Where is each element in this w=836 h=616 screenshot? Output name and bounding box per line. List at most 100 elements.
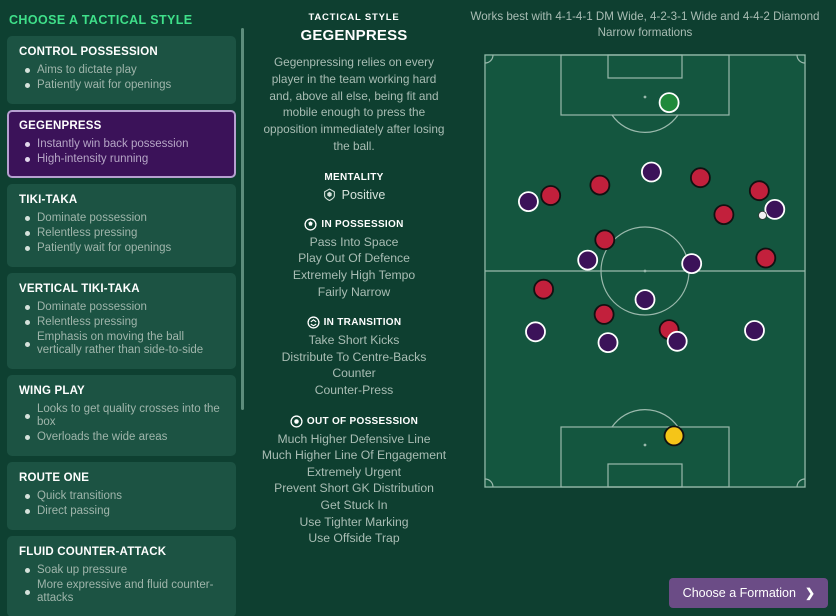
- player-marker[interactable]: [594, 229, 616, 251]
- transition-arrows-icon: [307, 316, 320, 329]
- formation-preview-panel: Works best with 4-1-4-1 DM Wide, 4-2-3-1…: [454, 0, 836, 616]
- phase-instruction: Distribute To Centre-Backs: [281, 349, 427, 364]
- tactical-style-trait: More expressive and fluid counter-attack…: [19, 578, 224, 606]
- player-marker[interactable]: [634, 289, 656, 311]
- phase-instruction: Extremely High Tempo: [292, 267, 416, 282]
- player-marker[interactable]: [755, 247, 777, 269]
- tactical-style-card-title: ROUTE ONE: [19, 472, 90, 484]
- phase-instruction: Use Tighter Marking: [299, 514, 409, 529]
- ball-marker[interactable]: [663, 425, 685, 447]
- sidebar-scrollbar[interactable]: [241, 28, 244, 410]
- tactical-style-trait-list: Instantly win back possession High-intens…: [19, 137, 224, 167]
- tactical-style-trait: Soak up pressure: [19, 563, 224, 578]
- shield-icon: [323, 188, 336, 202]
- tactical-style-card[interactable]: GEGENPRESS Instantly win back possession H…: [7, 110, 236, 178]
- tactical-style-description: Gegenpressing relies on every player in …: [263, 55, 445, 153]
- penalty-spot-top: [643, 95, 647, 99]
- phase-instruction: Pass Into Space: [309, 234, 399, 249]
- tactics-screen: CHOOSE A TACTICAL STYLE CONTROL POSSESSI…: [0, 0, 836, 616]
- tactical-style-trait: Direct passing: [19, 504, 224, 519]
- player-marker[interactable]: [589, 174, 611, 196]
- tactical-style-trait: Relentless pressing: [19, 315, 224, 330]
- goalkeeper-marker[interactable]: [658, 92, 680, 113]
- tactical-style-name: GEGENPRESS: [300, 27, 408, 44]
- tactical-style-card[interactable]: TIKI-TAKA Dominate possession Relentless p…: [7, 184, 236, 267]
- centre-spot: [643, 269, 647, 273]
- tactical-style-trait-list: Soak up pressure More expressive and flui…: [19, 563, 224, 606]
- tactical-style-trait-list: Looks to get quality crosses into the bo…: [19, 402, 224, 445]
- tactical-style-trait: Aims to dictate play: [19, 63, 224, 78]
- tactical-style-trait: Relentless pressing: [19, 226, 224, 241]
- tactical-style-trait: Dominate possession: [19, 300, 224, 315]
- tactical-style-card[interactable]: VERTICAL TIKI-TAKA Dominate possession Rel…: [7, 273, 236, 369]
- player-marker[interactable]: [764, 198, 786, 220]
- phase-instruction: Extremely Urgent: [306, 464, 402, 479]
- player-marker[interactable]: [593, 303, 615, 325]
- tactical-style-card-title: GEGENPRESS: [19, 120, 102, 132]
- tactical-style-trait: Overloads the wide areas: [19, 430, 224, 445]
- tactical-style-trait: Quick transitions: [19, 489, 224, 504]
- tactical-style-card[interactable]: CONTROL POSSESSION Aims to dictate play Pa…: [7, 36, 236, 104]
- pitch-diagram: [484, 54, 806, 488]
- player-marker[interactable]: [525, 321, 546, 343]
- player-marker[interactable]: [666, 330, 688, 352]
- player-marker[interactable]: [689, 167, 711, 189]
- tactical-style-card-title: CONTROL POSSESSION: [19, 46, 158, 58]
- choose-formation-wrap: Choose a Formation ❯: [668, 578, 828, 608]
- tactical-style-trait: High-intensity running: [19, 152, 224, 167]
- tactical-style-trait-list: Dominate possession Relentless pressing Em…: [19, 300, 224, 358]
- tactical-style-trait: Instantly win back possession: [19, 137, 224, 152]
- player-marker[interactable]: [744, 320, 765, 341]
- player-marker[interactable]: [518, 191, 539, 213]
- tactical-style-card[interactable]: ROUTE ONE Quick transitions Direct passing: [7, 462, 236, 530]
- player-marker[interactable]: [533, 278, 554, 300]
- mentality-heading: MENTALITY: [324, 171, 384, 183]
- tactical-style-trait: Patiently wait for openings: [19, 241, 224, 256]
- phase-section-heading: IN TRANSITION: [254, 316, 454, 329]
- tactical-style-card[interactable]: FLUID COUNTER-ATTACK Soak up pressure More…: [7, 536, 236, 616]
- phase-instruction: Much Higher Defensive Line: [277, 431, 431, 446]
- tactical-style-trait-list: Aims to dictate play Patiently wait for o…: [19, 63, 224, 93]
- loose-ball-icon: [758, 210, 767, 220]
- phase-instruction: Get Stuck In: [320, 497, 388, 512]
- player-marker[interactable]: [597, 332, 619, 354]
- works-best-text: Works best with 4-1-4-1 DM Wide, 4-2-3-1…: [470, 10, 820, 39]
- phase-section-title: IN POSSESSION: [321, 218, 404, 230]
- phase-instruction: Take Short Kicks: [308, 333, 400, 348]
- phase-instruction: Much Higher Line Of Engagement: [261, 448, 447, 463]
- target-icon: [290, 414, 303, 428]
- phase-section-title: IN TRANSITION: [323, 317, 402, 329]
- chevron-right-icon: ❯: [804, 586, 815, 600]
- tactical-style-trait: Emphasis on moving the ball vertically r…: [19, 330, 224, 358]
- player-marker[interactable]: [640, 161, 662, 183]
- phase-instruction-list: Take Short Kicks Distribute To Centre-Bac…: [254, 332, 454, 398]
- phase-instruction: Fairly Narrow: [317, 284, 391, 299]
- tactical-style-card[interactable]: WING PLAY Looks to get quality crosses in…: [7, 375, 236, 456]
- phase-instruction: Play Out Of Defence: [298, 251, 410, 266]
- player-marker[interactable]: [681, 253, 703, 275]
- phase-section-heading: IN POSSESSION: [254, 218, 454, 231]
- phase-section-title: OUT OF POSSESSION: [306, 415, 419, 427]
- choose-formation-button[interactable]: Choose a Formation ❯: [668, 578, 828, 608]
- tactical-style-card-title: TIKI-TAKA: [19, 194, 78, 206]
- mentality-value: Positive: [341, 187, 386, 202]
- tactical-style-list-panel: CHOOSE A TACTICAL STYLE CONTROL POSSESSI…: [0, 0, 250, 616]
- player-marker[interactable]: [540, 185, 562, 206]
- player-marker[interactable]: [577, 249, 599, 271]
- tactical-style-detail-panel: TACTICAL STYLE GEGENPRESS Gegenpressing …: [254, 0, 454, 616]
- tactical-style-trait: Dominate possession: [19, 211, 224, 226]
- tactical-style-card-title: VERTICAL TIKI-TAKA: [19, 283, 140, 295]
- player-marker[interactable]: [713, 204, 735, 226]
- phase-instruction-list: Pass Into Space Play Out Of Defence Extrem…: [254, 234, 454, 300]
- player-marker[interactable]: [748, 180, 770, 202]
- phase-instruction-list: Much Higher Defensive Line Much Higher Li…: [254, 431, 454, 547]
- phase-instruction: Prevent Short GK Distribution: [274, 481, 434, 496]
- phase-instruction: Counter: [332, 366, 376, 381]
- tactical-style-trait-list: Dominate possession Relentless pressing Pa…: [19, 211, 224, 256]
- tactical-style-list[interactable]: CONTROL POSSESSION Aims to dictate play Pa…: [0, 36, 250, 616]
- football-icon: [304, 218, 317, 231]
- penalty-spot-bottom: [643, 443, 647, 447]
- mentality-row: Positive: [254, 188, 454, 202]
- tactical-style-trait: Patiently wait for openings: [19, 78, 224, 93]
- tactical-style-label: TACTICAL STYLE: [308, 12, 400, 23]
